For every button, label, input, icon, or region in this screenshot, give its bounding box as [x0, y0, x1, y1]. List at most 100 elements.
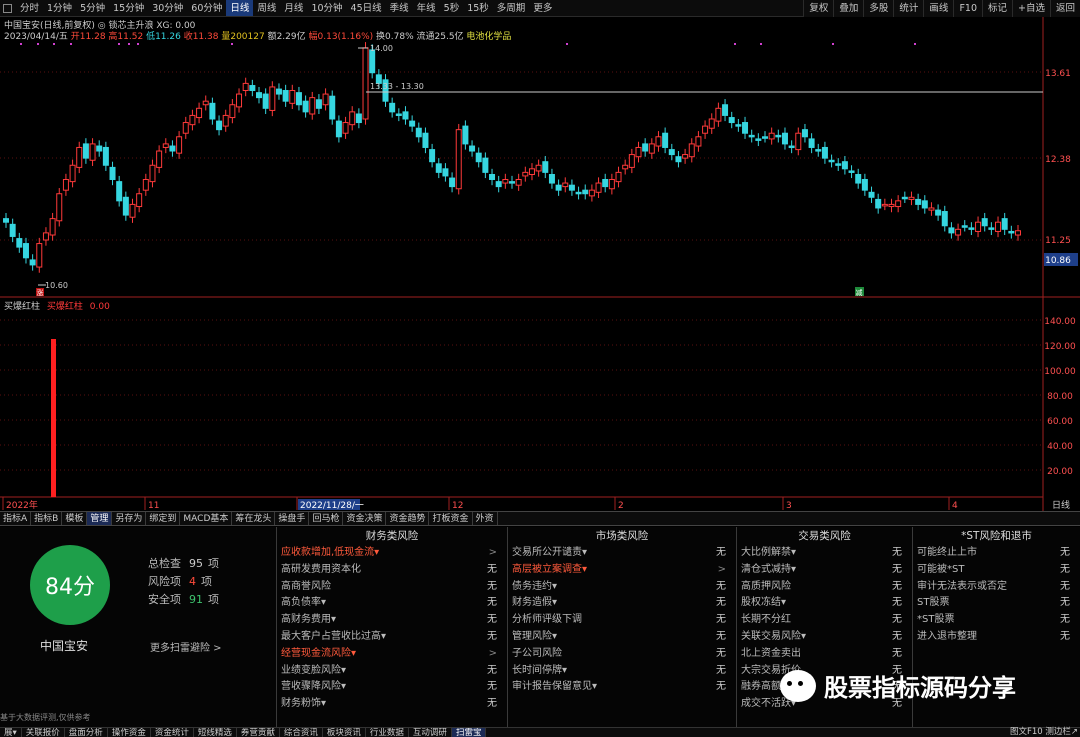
risk-item[interactable]: 高财务费用▾ 无: [277, 612, 507, 629]
risk-item[interactable]: 管理风险▾ 无: [508, 629, 736, 646]
indicator-tab[interactable]: 指标A: [0, 512, 32, 525]
indicator-tab[interactable]: 另存为: [112, 512, 147, 525]
signal-dot: [734, 43, 736, 45]
indicator-axis-label: 20.00: [1047, 467, 1073, 477]
risk-item-status: >: [488, 547, 497, 558]
candle-body: [402, 111, 409, 120]
candle-body: [602, 178, 609, 188]
candle-body: [715, 107, 722, 122]
risk-item[interactable]: 财务粉饰▾ 无: [277, 696, 507, 713]
indicator-tab[interactable]: 资金趋势: [386, 512, 430, 525]
risk-item[interactable]: ST股票 无: [913, 595, 1080, 612]
risk-item[interactable]: 分析师评级下调 无: [508, 612, 736, 629]
risk-item[interactable]: 进入退市整理 无: [913, 629, 1080, 646]
indicator-tab[interactable]: 绑定到: [146, 512, 181, 525]
indicator-tab[interactable]: 操盘手: [275, 512, 310, 525]
indicator-tab[interactable]: 资金决策: [343, 512, 387, 525]
risk-item[interactable]: 北上资金卖出 无: [737, 646, 912, 663]
candle-body: [695, 136, 702, 147]
risk-item[interactable]: 交易所公开谴责▾ 无: [508, 545, 736, 562]
candle-body: [788, 145, 795, 149]
risk-item[interactable]: 高负债率▾ 无: [277, 595, 507, 612]
risk-item-label: 高质押风险: [741, 580, 791, 592]
bottom-right-text[interactable]: 图文F10 测边栏↗: [1010, 727, 1078, 737]
candle-body: [762, 136, 768, 139]
risk-stat-row: 风险项 4 项: [148, 573, 212, 589]
candle-body: [415, 127, 422, 138]
indicator-tab[interactable]: 模板: [62, 512, 88, 525]
risk-item-label: 审计报告保留意见▾: [512, 681, 598, 693]
bottom-tab[interactable]: 互动调研: [409, 728, 452, 737]
bottom-tab[interactable]: 板块资讯: [323, 728, 366, 737]
risk-item[interactable]: 清仓式减持▾ 无: [737, 562, 912, 579]
bottom-tab[interactable]: 短线精选: [194, 728, 237, 737]
risk-item[interactable]: 大比例解禁▾ 无: [737, 545, 912, 562]
candle-body: [548, 174, 555, 184]
bottom-tab[interactable]: 资金统计: [151, 728, 194, 737]
indicator-tab[interactable]: 管理: [87, 512, 113, 525]
risk-column: 市场类风险 交易所公开谴责▾ 无高层被立案调查▾ > 债务违约▾ 无财务造假▾ 无分析师评级…: [507, 527, 736, 727]
candle-body: [395, 113, 402, 116]
risk-item[interactable]: 高商誉风险 无: [277, 579, 507, 596]
more-scan-link[interactable]: 更多扫雷避险 >: [150, 639, 222, 654]
risk-item-status: 无: [716, 547, 726, 558]
risk-item[interactable]: 可能被*ST 无: [913, 562, 1080, 579]
bottom-tab[interactable]: 操作资金: [108, 728, 151, 737]
candle-body: [708, 118, 715, 129]
bottom-tab[interactable]: 扫雷宝: [451, 728, 487, 737]
risk-item-status: 无: [892, 630, 902, 642]
indicator-title-line: 买爆红柱 买爆红柱 0.00: [4, 299, 110, 312]
indicator-tab[interactable]: MACD基本: [180, 512, 233, 525]
indicator-tab[interactable]: 外资: [473, 512, 498, 525]
risk-item[interactable]: 经营现金流风险▾ >: [277, 646, 507, 663]
candle-body: [116, 181, 123, 202]
risk-item[interactable]: 可能终止上市 无: [913, 545, 1080, 562]
indicator-value: 0.00: [89, 302, 110, 312]
risk-item[interactable]: 审计无法表示或否定 无: [913, 579, 1080, 596]
risk-item-status: 无: [1060, 630, 1070, 642]
risk-item-status: 无: [1060, 580, 1070, 592]
time-period-label: 日线: [1052, 499, 1070, 511]
risk-item-label: 营收骤降风险▾: [281, 681, 347, 693]
risk-item[interactable]: 高质押风险 无: [737, 579, 912, 596]
candle-body: [295, 92, 302, 106]
indicator-tab[interactable]: 回马枪: [309, 512, 344, 525]
risk-item[interactable]: 债务违约▾ 无: [508, 579, 736, 596]
low-label: 10.60: [45, 281, 68, 290]
candle-body: [528, 168, 535, 176]
stat-count: 91: [189, 593, 203, 606]
risk-item-label: 股权冻结▾: [741, 597, 787, 609]
candle-body: [282, 90, 289, 102]
risk-item[interactable]: 财务造假▾ 无: [508, 595, 736, 612]
risk-item[interactable]: 股权冻结▾ 无: [737, 595, 912, 612]
bottom-tab[interactable]: 关联报价: [22, 728, 65, 737]
bottom-tab[interactable]: 盘面分析: [65, 728, 108, 737]
candle-body: [808, 138, 815, 148]
risk-item[interactable]: 子公司风险 无: [508, 646, 736, 663]
kline-chart[interactable]: 13.6112.3811.2510.86140.00120.00100.0080…: [0, 0, 1080, 511]
bottom-tab[interactable]: 券营贡献: [237, 728, 280, 737]
price-label: 13.61: [1045, 69, 1071, 79]
risk-item[interactable]: 长时间停牌▾ 无: [508, 663, 736, 680]
risk-item[interactable]: 营收骤降风险▾ 无: [277, 679, 507, 696]
risk-item[interactable]: 业绩变脸风险▾ 无: [277, 663, 507, 680]
risk-item[interactable]: 关联交易风险▾ 无: [737, 629, 912, 646]
risk-item[interactable]: 长期不分红 无: [737, 612, 912, 629]
indicator-tab[interactable]: 指标B: [31, 512, 63, 525]
risk-item-label: 高商誉风险: [281, 580, 331, 592]
bottom-tab[interactable]: 综合资讯: [280, 728, 323, 737]
risk-item[interactable]: 最大客户占营收比过高▾ 无: [277, 629, 507, 646]
bottom-tab[interactable]: 展▾: [0, 728, 22, 737]
indicator-tab[interactable]: 打板资金: [429, 512, 473, 525]
risk-item[interactable]: 审计报告保留意见▾ 无: [508, 679, 736, 696]
time-label: 2022年: [6, 499, 38, 511]
risk-item[interactable]: 高研发费用资本化 无: [277, 562, 507, 579]
risk-item[interactable]: *ST股票 无: [913, 612, 1080, 629]
indicator-tab[interactable]: 筹在龙头: [232, 512, 276, 525]
risk-item[interactable]: 高层被立案调查▾ >: [508, 562, 736, 579]
candle-body: [329, 95, 336, 120]
bottom-tab[interactable]: 行业数据: [366, 728, 409, 737]
risk-item[interactable]: 应收款增加,低现金流▾ >: [277, 545, 507, 562]
risk-item-label: 债务违约▾: [512, 580, 558, 592]
candle-body: [302, 100, 309, 113]
